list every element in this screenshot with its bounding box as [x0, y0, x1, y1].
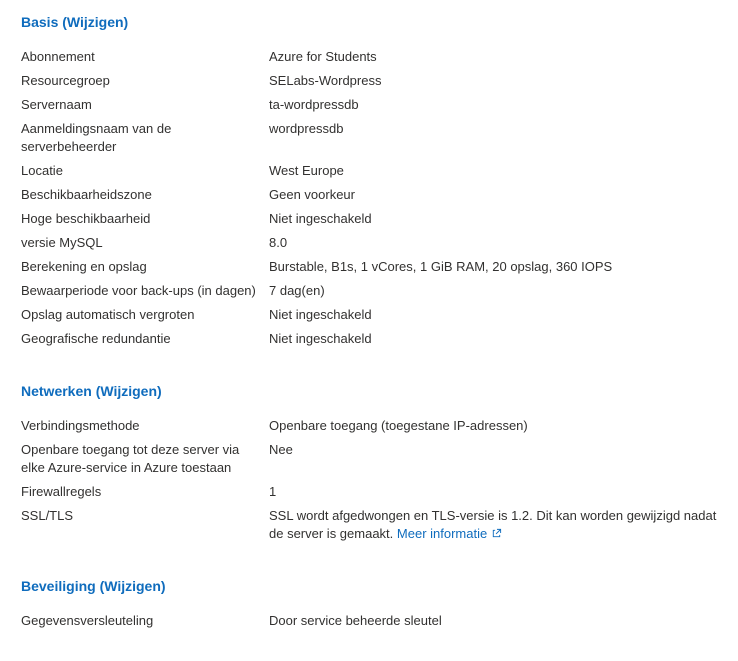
row-value: SELabs-Wordpress	[269, 73, 382, 88]
review-summary: Basis (Wijzigen) Abonnement Azure for St…	[0, 0, 738, 661]
row-value: Nee	[269, 442, 293, 457]
row-value: 1	[269, 484, 277, 499]
row-label: Hoge beschikbaarheid	[21, 211, 151, 226]
row-value: SSL wordt afgedwongen en TLS-versie is 1…	[269, 507, 717, 543]
row-value: Niet ingeschakeld	[269, 211, 372, 226]
row-label: Verbindingsmethode	[21, 418, 140, 433]
external-link-icon	[493, 528, 502, 538]
row-label: Openbare toegang tot deze server via elk…	[21, 442, 240, 475]
row-label: SSL/TLS	[21, 508, 74, 523]
row-value: Burstable, B1s, 1 vCores, 1 GiB RAM, 20 …	[269, 259, 613, 274]
row-label: Gegevensversleuteling	[21, 613, 154, 628]
row-value: ta-wordpressdb	[269, 97, 359, 112]
row-label: Opslag automatisch vergroten	[21, 307, 195, 322]
section-basis-title[interactable]: Basis (Wijzigen)	[21, 13, 128, 31]
row-value: Geen voorkeur	[269, 187, 355, 202]
row-label: Resourcegroep	[21, 73, 110, 88]
meer-informatie-link-label: Meer informatie	[396, 526, 488, 541]
row-value: Door service beheerde sleutel	[269, 613, 442, 628]
row-value: Azure for Students	[269, 49, 377, 64]
row-value: Openbare toegang (toegestane IP-adressen…	[269, 418, 528, 433]
row-value: 7 dag(en)	[269, 283, 325, 298]
row-value: Niet ingeschakeld	[269, 331, 372, 346]
row-label: Locatie	[21, 163, 63, 178]
section-netwerken-title[interactable]: Netwerken (Wijzigen)	[21, 382, 162, 400]
row-value: Niet ingeschakeld	[269, 307, 372, 322]
row-label: Bewaarperiode voor back-ups (in dagen)	[21, 283, 256, 298]
row-label: Firewallregels	[21, 484, 102, 499]
meer-informatie-link[interactable]: Meer informatie	[397, 526, 502, 541]
row-value: West Europe	[269, 163, 344, 178]
row-value: wordpressdb	[269, 121, 344, 136]
row-label: versie MySQL	[21, 235, 103, 250]
row-label: Geografische redundantie	[21, 331, 171, 346]
row-label: Servernaam	[21, 97, 92, 112]
row-label: Berekening en opslag	[21, 259, 147, 274]
row-label: Abonnement	[21, 49, 95, 64]
section-beveiliging-title[interactable]: Beveiliging (Wijzigen)	[21, 577, 166, 595]
row-label: Beschikbaarheidszone	[21, 187, 152, 202]
row-value: 8.0	[269, 235, 288, 250]
row-label: Aanmeldingsnaam van de serverbeheerder	[21, 121, 172, 154]
